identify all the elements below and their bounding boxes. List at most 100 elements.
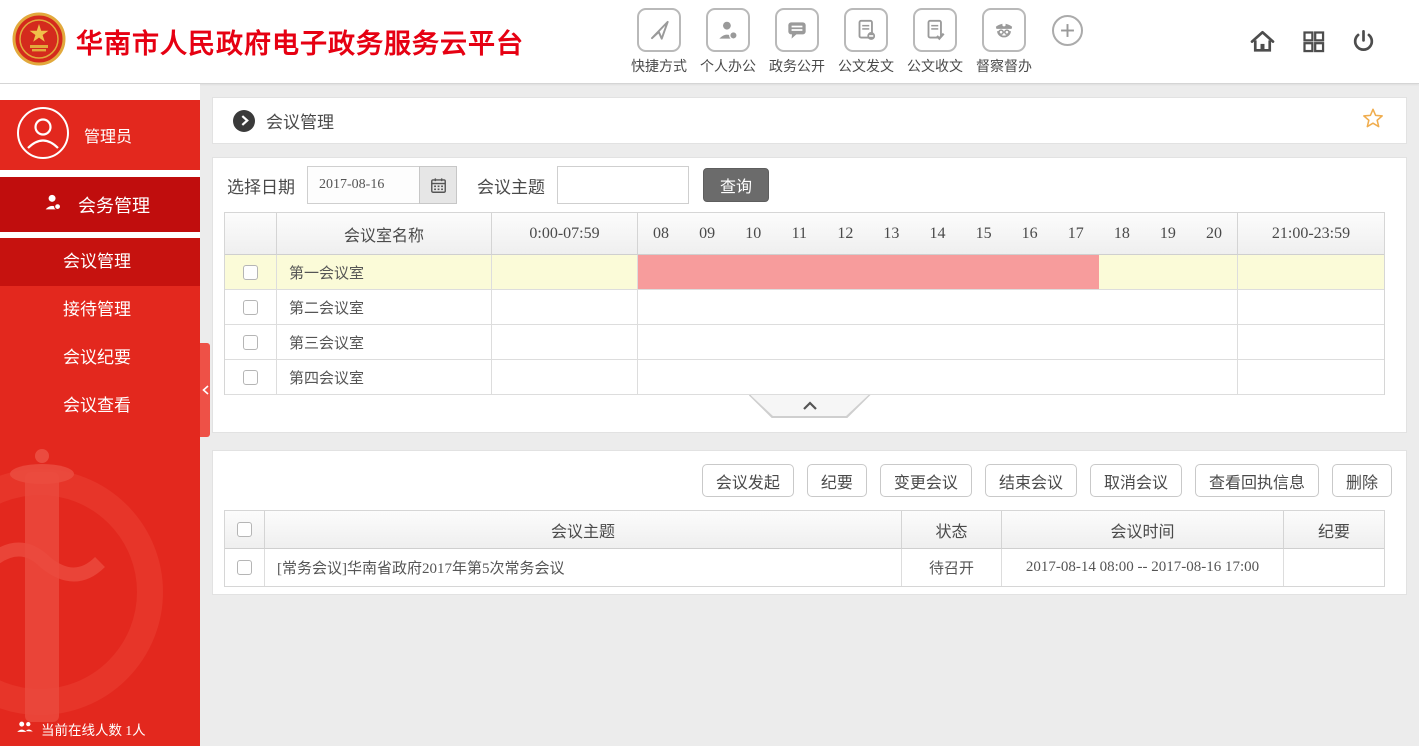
- schedule-row-room4: 第四会议室: [225, 360, 1384, 395]
- add-shortcut-button[interactable]: [1052, 14, 1083, 46]
- sidebar-item-meeting-management[interactable]: 会议管理: [0, 238, 200, 286]
- user-profile[interactable]: 管理员: [0, 100, 200, 170]
- meeting-header-row: 会议主题 状态 会议时间 纪要: [225, 511, 1384, 549]
- date-picker: [307, 166, 457, 204]
- power-icon[interactable]: [1350, 28, 1377, 55]
- select-column-header: [225, 213, 277, 255]
- toolbar-item-doc-send[interactable]: 公文发文: [833, 7, 899, 76]
- hour-slots[interactable]: [638, 360, 1238, 395]
- police-icon: [982, 7, 1026, 52]
- toolbar-item-gov-affairs[interactable]: 政务公开: [764, 7, 830, 76]
- sidebar: 管理员 会务管理 会议管理 接待管理 会议纪要 会议查看 当前在线人数 1人: [0, 84, 210, 746]
- calendar-button[interactable]: [419, 166, 457, 204]
- toolbar-item-doc-receive[interactable]: 公文收文: [902, 7, 968, 76]
- meeting-list-panel: 会议发起 纪要 变更会议 结束会议 取消会议 查看回执信息 删除 会议主题 状态…: [212, 450, 1407, 595]
- topic-label: 会议主题: [477, 177, 545, 197]
- row-checkbox[interactable]: [243, 369, 258, 385]
- sidebar-collapse-handle[interactable]: [200, 343, 210, 437]
- minutes-button[interactable]: 纪要: [806, 464, 867, 497]
- arrow-circle-icon: [233, 109, 255, 132]
- site-title: 华南市人民政府电子政务服务云平台: [76, 29, 524, 59]
- row-checkbox[interactable]: [243, 334, 258, 350]
- start-meeting-button[interactable]: 会议发起: [701, 464, 794, 497]
- brand: 华南市人民政府电子政务服务云平台: [0, 12, 560, 71]
- plus-icon: [1061, 23, 1074, 37]
- date-label: 选择日期: [227, 177, 295, 197]
- home-icon[interactable]: [1248, 27, 1277, 55]
- end-meeting-button[interactable]: 结束会议: [984, 464, 1077, 497]
- early-slot[interactable]: [492, 325, 638, 360]
- collapse-schedule-button[interactable]: [748, 395, 871, 418]
- row-checkbox[interactable]: [237, 560, 252, 575]
- section-label: 会务管理: [78, 195, 150, 216]
- favorite-star-icon[interactable]: [1360, 106, 1386, 136]
- delete-button[interactable]: 删除: [1331, 464, 1392, 497]
- room-name: 第三会议室: [277, 325, 492, 360]
- sidebar-section-meeting-admin[interactable]: 会务管理: [0, 177, 200, 232]
- hour-slots[interactable]: [638, 290, 1238, 325]
- select-all-checkbox[interactable]: [237, 522, 252, 537]
- late-slot[interactable]: [1238, 360, 1384, 395]
- meeting-topic: [常务会议]华南省政府2017年第5次常务会议: [265, 549, 902, 586]
- toolbar-item-shortcuts[interactable]: 快捷方式: [626, 7, 692, 76]
- toolbar-label: 快捷方式: [631, 59, 687, 75]
- hour-slots[interactable]: [638, 325, 1238, 360]
- sidebar-item-meeting-minutes[interactable]: 会议纪要: [0, 334, 200, 382]
- app-root: 华南市人民政府电子政务服务云平台 快捷方式 个人办公 政务公开 公文发文 公文收…: [0, 0, 1419, 746]
- meeting-minutes: [1284, 549, 1384, 586]
- sidebar-decoration: [0, 430, 200, 722]
- system-icons: [1248, 27, 1377, 55]
- minutes-column-header: 纪要: [1284, 511, 1384, 549]
- document-check-icon: [913, 7, 957, 52]
- toolbar-label: 公文发文: [838, 59, 894, 75]
- late-slot[interactable]: [1238, 255, 1384, 290]
- apps-grid-icon[interactable]: [1300, 28, 1327, 55]
- early-column-header: 0:00-07:59: [492, 213, 638, 255]
- action-buttons: 会议发起 纪要 变更会议 结束会议 取消会议 查看回执信息 删除: [213, 451, 1406, 497]
- page-title-bar: 会议管理: [212, 97, 1407, 144]
- early-slot[interactable]: [492, 255, 638, 290]
- date-input[interactable]: [307, 166, 419, 204]
- search-button[interactable]: 查询: [703, 168, 770, 202]
- hour-slots[interactable]: [638, 255, 1238, 290]
- top-header: 华南市人民政府电子政务服务云平台 快捷方式 个人办公 政务公开 公文发文 公文收…: [0, 0, 1419, 84]
- meeting-row: [常务会议]华南省政府2017年第5次常务会议 待召开 2017-08-14 0…: [225, 549, 1384, 586]
- sidebar-item-meeting-view[interactable]: 会议查看: [0, 382, 200, 430]
- sidebar-menu: 会议管理 接待管理 会议纪要 会议查看 当前在线人数 1人: [0, 238, 200, 746]
- late-column-header: 21:00-23:59: [1238, 213, 1384, 255]
- row-checkbox[interactable]: [243, 264, 258, 280]
- toolbar-label: 督察督办: [976, 59, 1032, 75]
- topic-input[interactable]: [557, 166, 689, 204]
- paper-plane-icon: [637, 7, 681, 52]
- toolbar-item-supervision[interactable]: 督察督办: [971, 7, 1037, 76]
- room-name: 第二会议室: [277, 290, 492, 325]
- national-emblem-logo: [12, 12, 66, 71]
- late-slot[interactable]: [1238, 290, 1384, 325]
- row-checkbox[interactable]: [243, 299, 258, 315]
- room-column-header: 会议室名称: [277, 213, 492, 255]
- collapse-wrap: [213, 395, 1406, 418]
- toolbar-item-personal-office[interactable]: 个人办公: [695, 7, 761, 76]
- view-receipt-button[interactable]: 查看回执信息: [1194, 464, 1319, 497]
- calendar-icon: [430, 177, 446, 193]
- toolbar-label: 政务公开: [769, 59, 825, 75]
- busy-time-bar[interactable]: [638, 255, 1099, 289]
- sidebar-item-reception-management[interactable]: 接待管理: [0, 286, 200, 334]
- quick-toolbar: 快捷方式 个人办公 政务公开 公文发文 公文收文 督察督办: [626, 7, 1083, 76]
- cancel-meeting-button[interactable]: 取消会议: [1089, 464, 1182, 497]
- early-slot[interactable]: [492, 290, 638, 325]
- meeting-admin-icon: [42, 191, 64, 218]
- late-slot[interactable]: [1238, 325, 1384, 360]
- status-column-header: 状态: [902, 511, 1002, 549]
- online-count-label: 当前在线人数 1人: [41, 723, 146, 738]
- toolbar-label: 个人办公: [700, 59, 756, 75]
- document-send-icon: [844, 7, 888, 52]
- change-meeting-button[interactable]: 变更会议: [879, 464, 972, 497]
- avatar-icon: [16, 106, 70, 165]
- time-column-header: 会议时间: [1002, 511, 1284, 549]
- meeting-time: 2017-08-14 08:00 -- 2017-08-16 17:00: [1002, 549, 1284, 586]
- early-slot[interactable]: [492, 360, 638, 395]
- schedule-row-room2: 第二会议室: [225, 290, 1384, 325]
- schedule-row-room1: 第一会议室: [225, 255, 1384, 290]
- main-content: 会议管理 选择日期 会议主题 查询: [200, 84, 1419, 746]
